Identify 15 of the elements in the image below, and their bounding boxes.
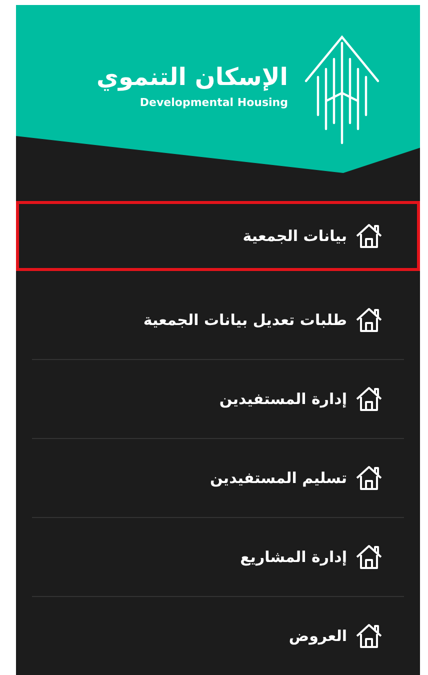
house-icon: [355, 623, 383, 649]
house-icon: [355, 544, 383, 570]
menu-item[interactable]: طلبات تعديل بيانات الجمعية: [16, 281, 420, 359]
menu-item[interactable]: بيانات الجمعية: [16, 201, 420, 271]
menu-item[interactable]: إدارة المشاريع: [16, 518, 420, 596]
house-icon: [355, 307, 383, 333]
house-icon: [355, 465, 383, 491]
house-icon: [355, 223, 383, 249]
menu-item[interactable]: تسليم المستفيدين: [16, 439, 420, 517]
logo-icon: [304, 33, 380, 145]
brand-subtitle: Developmental Housing: [140, 97, 288, 108]
menu-item[interactable]: العروض: [16, 597, 420, 675]
brand-title: الإسكان التنموي: [96, 65, 288, 89]
menu-item[interactable]: إدارة المستفيدين: [16, 360, 420, 438]
house-icon: [355, 386, 383, 412]
